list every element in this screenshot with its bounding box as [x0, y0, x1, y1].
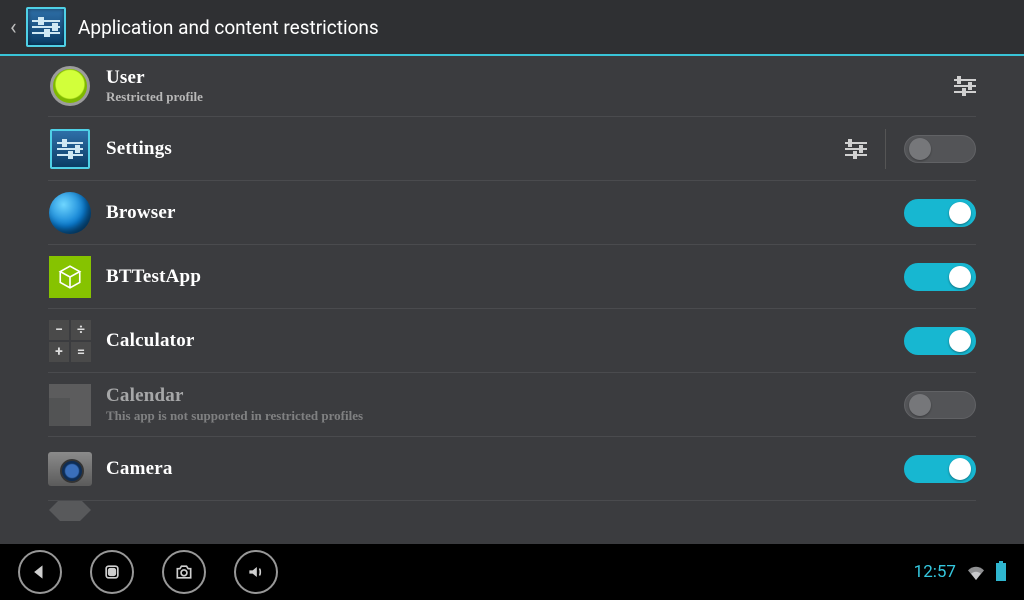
- app-row-settings[interactable]: Settings: [48, 117, 976, 181]
- nav-volume-button[interactable]: [234, 550, 278, 594]
- generic-app-icon: [48, 501, 92, 521]
- bttestapp-icon: [48, 255, 92, 299]
- separator: [885, 129, 886, 169]
- page-title: Application and content restrictions: [78, 16, 379, 39]
- app-name-label: Calculator: [106, 330, 904, 352]
- app-name-label: Browser: [106, 202, 904, 224]
- back-button[interactable]: ‹: [10, 15, 26, 40]
- app-subtitle-label: This app is not supported in restricted …: [106, 408, 904, 424]
- app-toggle-camera[interactable]: [904, 455, 976, 483]
- app-tune-icon[interactable]: [845, 142, 867, 156]
- navigation-bar: 12:57: [0, 544, 1024, 600]
- calendar-icon: [48, 383, 92, 427]
- content-area: User Restricted profile Settings: [0, 56, 1024, 544]
- nav-recents-button[interactable]: [90, 550, 134, 594]
- app-toggle-bttestapp[interactable]: [904, 263, 976, 291]
- app-toggle-settings[interactable]: [904, 135, 976, 163]
- camera-icon: [48, 447, 92, 491]
- calculator-icon: −÷+=: [48, 319, 92, 363]
- app-name-label: Camera: [106, 458, 904, 480]
- app-row-camera[interactable]: Camera: [48, 437, 976, 501]
- app-toggle-calculator[interactable]: [904, 327, 976, 355]
- user-settings-icon[interactable]: [954, 79, 976, 93]
- app-toggle-browser[interactable]: [904, 199, 976, 227]
- nav-back-button[interactable]: [18, 550, 62, 594]
- app-name-label: Calendar: [106, 385, 904, 407]
- user-avatar-icon: [48, 64, 92, 108]
- settings-icon: [48, 127, 92, 171]
- nav-screenshot-button[interactable]: [162, 550, 206, 594]
- battery-icon: [996, 563, 1006, 581]
- app-row-calendar: Calendar This app is not supported in re…: [48, 373, 976, 437]
- action-bar: ‹ Application and content restrictions: [0, 0, 1024, 56]
- wifi-icon: [966, 564, 986, 580]
- status-area[interactable]: 12:57: [914, 562, 1006, 582]
- user-name-label: User: [106, 67, 954, 89]
- browser-icon: [48, 191, 92, 235]
- app-toggle-calendar: [904, 391, 976, 419]
- status-clock: 12:57: [914, 562, 956, 582]
- app-name-label: Settings: [106, 138, 845, 160]
- app-row-next-partial[interactable]: .: [48, 501, 976, 521]
- app-name-label: BTTestApp: [106, 266, 904, 288]
- app-row-browser[interactable]: Browser: [48, 181, 976, 245]
- user-row[interactable]: User Restricted profile: [48, 56, 976, 117]
- app-row-bttestapp[interactable]: BTTestApp: [48, 245, 976, 309]
- settings-app-icon[interactable]: [26, 7, 66, 47]
- restrictions-list: User Restricted profile Settings: [0, 56, 1024, 521]
- user-subtitle-label: Restricted profile: [106, 89, 954, 105]
- app-row-calculator[interactable]: −÷+= Calculator: [48, 309, 976, 373]
